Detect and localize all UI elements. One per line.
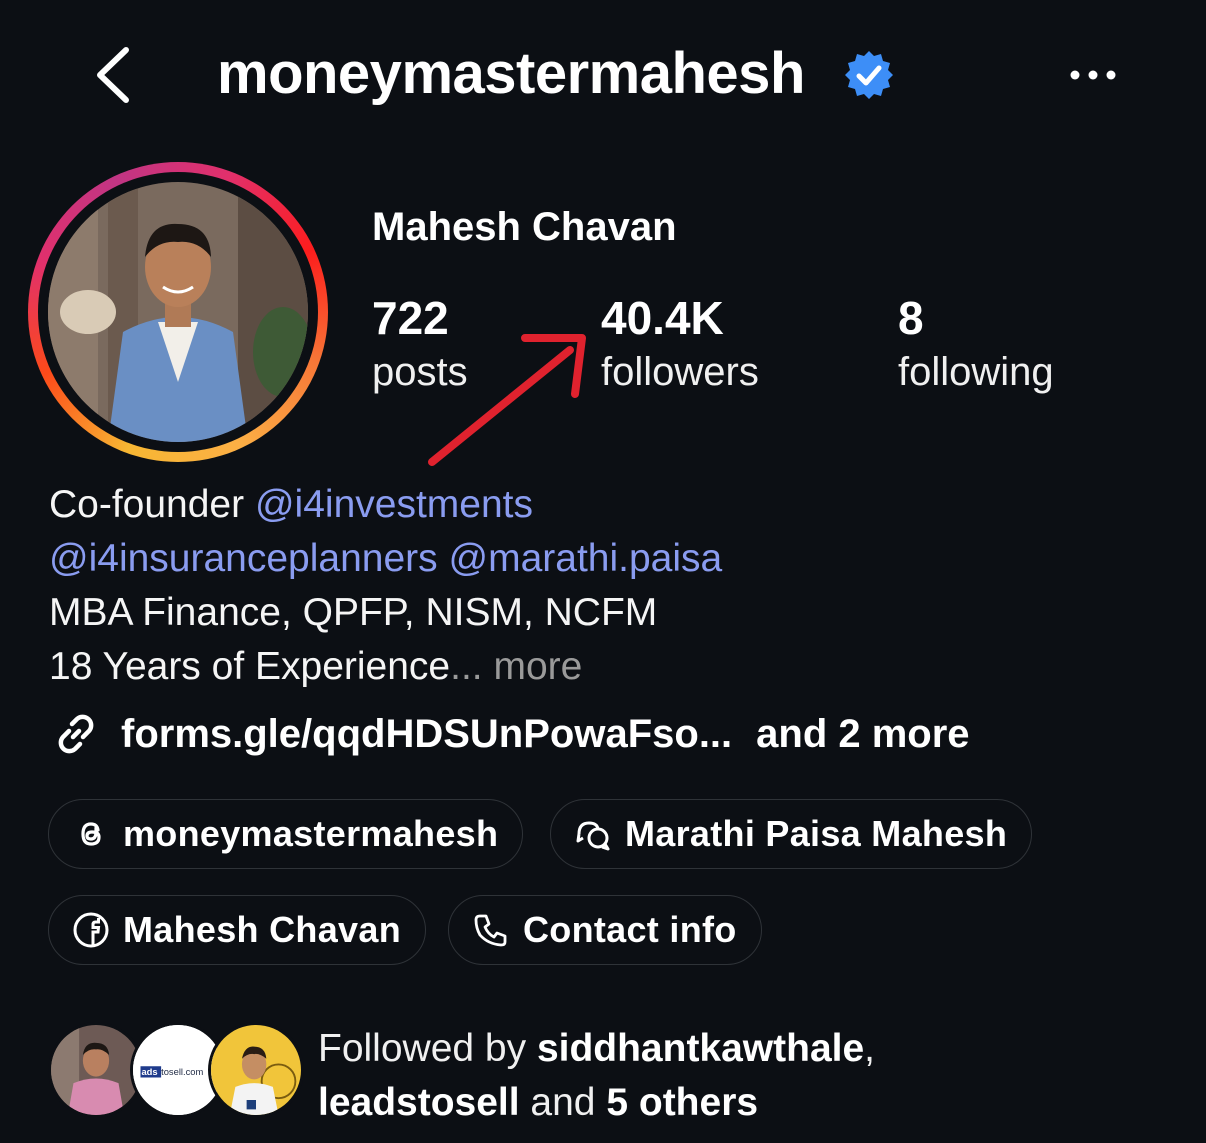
group-chat-chip[interactable]: Marathi Paisa Mahesh [550,799,1033,869]
more-options-button[interactable] [1064,55,1124,95]
posts-count: 722 [372,292,449,344]
and-text: and [519,1081,607,1124]
bio-line-3: MBA Finance, QPFP, NISM, NCFM [49,591,658,634]
separator: , [864,1027,876,1070]
followed-by-text: Followed by siddhantkawthale, leadstosel… [318,1022,875,1130]
stat-posts[interactable]: 722 posts [372,290,468,398]
facebook-chip[interactable]: Mahesh Chavan [48,895,426,965]
bio-ellipsis: ... [450,645,483,688]
profile-avatar-story-ring[interactable] [28,162,328,462]
followed-by-row[interactable]: ads tosell.com Followed by siddhantkawth… [48,1022,1178,1124]
bio-line-2: @i4insuranceplanners @marathi.paisa [49,532,1169,586]
mention-link[interactable]: @i4investments [255,483,533,526]
following-label: following [898,350,1054,394]
more-links-button[interactable]: and 2 more [756,712,969,757]
profile-username: moneymastermahesh [217,41,805,106]
leadstosell-logo-text: ads [141,1067,157,1077]
others-count[interactable]: 5 others [606,1081,758,1124]
back-chevron-icon [97,47,129,103]
mention-link[interactable]: @i4insuranceplanners [49,537,438,580]
threads-icon [81,822,101,846]
svg-text:tosell.com: tosell.com [161,1067,203,1077]
facebook-chip-label: Mahesh Chavan [123,909,401,950]
stat-followers[interactable]: 40.4K followers [601,290,759,398]
facebook-icon [73,912,109,948]
mention-link[interactable]: @marathi.paisa [449,537,723,580]
profile-links: forms.gle/qqdHDSUnPowaFso... and 2 more [49,706,970,762]
followers-count: 40.4K [601,292,724,344]
profile-bio: Co-founder @i4investments @i4insurancepl… [49,478,1169,694]
more-dots-icon [1070,70,1116,80]
stat-following[interactable]: 8 following [898,290,1054,398]
profile-header: moneymastermahesh [0,0,1206,150]
bio-more-button[interactable]: more [493,645,582,688]
threads-chip[interactable]: moneymastermahesh [48,799,524,869]
followers-label: followers [601,350,759,394]
phone-icon [474,914,507,947]
follower-name[interactable]: siddhantkawthale [537,1027,864,1070]
bio-text: Co-founder [49,483,255,526]
bio-line-1: Co-founder @i4investments [49,478,1169,532]
contact-info-chip-label: Contact info [523,909,737,950]
follower-avatar [208,1022,304,1118]
profile-full-name: Mahesh Chavan [372,205,677,249]
verified-badge-icon [845,51,893,99]
bio-text: 18 Years of Experience [49,645,451,688]
follower-name[interactable]: leadstosell [318,1081,520,1124]
followed-by-prefix: Followed by [318,1027,537,1070]
contact-info-chip[interactable]: Contact info [448,895,762,965]
profile-avatar [48,182,308,442]
following-count: 8 [898,292,924,344]
group-chat-chip-label: Marathi Paisa Mahesh [625,813,1008,854]
bio-line-4: 18 Years of Experience... more [49,640,1169,694]
chat-bubbles-icon [576,821,610,851]
posts-label: posts [372,350,468,394]
back-button[interactable] [88,40,148,110]
link-icon [58,714,94,754]
avatar-photo-image [48,182,308,442]
threads-chip-label: moneymastermahesh [123,813,499,854]
external-link[interactable]: forms.gle/qqdHDSUnPowaFso... [121,712,732,757]
